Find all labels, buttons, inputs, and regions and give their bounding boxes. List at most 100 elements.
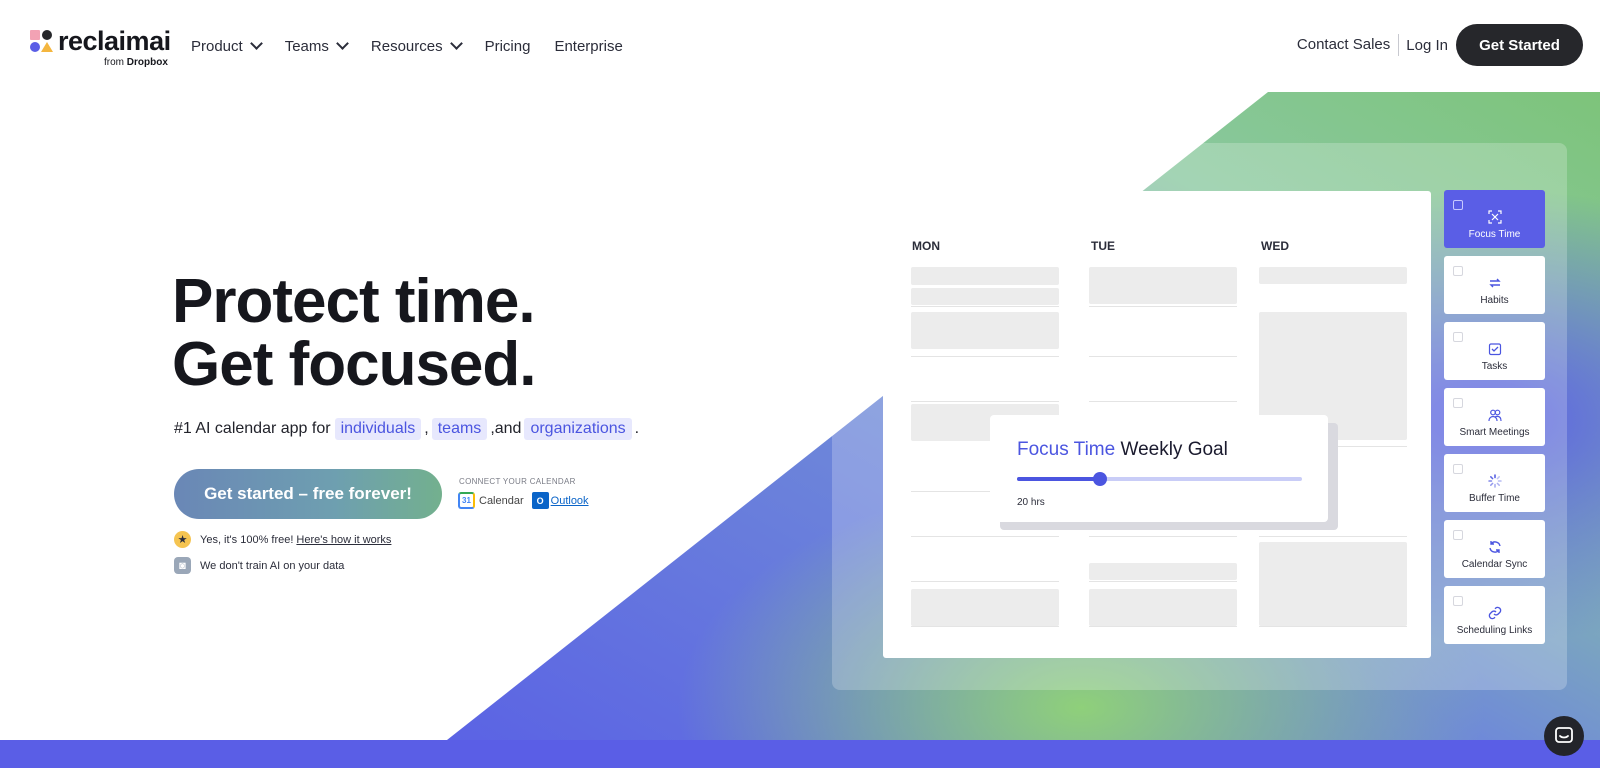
chevron-down-icon — [449, 37, 463, 50]
goal-title: Focus Time Weekly Goal — [1017, 439, 1228, 461]
goal-title-rest: Weekly Goal — [1120, 439, 1228, 460]
feature-label: Scheduling Links — [1456, 625, 1533, 636]
event-block — [1259, 267, 1407, 284]
ai-note-text: We don't train AI on your data — [200, 559, 345, 572]
calendar-integrations: 31 Calendar O Outlook — [458, 492, 589, 509]
hero-subline: #1 AI calendar app for individuals , tea… — [174, 418, 639, 440]
event-block — [1089, 267, 1237, 304]
feature-checkbox[interactable] — [1453, 398, 1463, 408]
google-calendar-logo[interactable]: 31 Calendar — [458, 492, 524, 509]
subline-comma: , — [424, 420, 429, 437]
feature-smart-meetings[interactable]: Smart Meetings — [1444, 388, 1545, 446]
nav-resources[interactable]: Resources — [371, 35, 463, 57]
day-header-wed: WED — [1261, 239, 1289, 253]
event-block — [1259, 542, 1407, 626]
grid-line — [1089, 626, 1237, 627]
grid-line — [1259, 536, 1407, 537]
grid-line — [911, 626, 1059, 627]
chip-individuals[interactable]: individuals — [334, 418, 422, 440]
grid-line — [911, 401, 1059, 402]
grid-line — [1089, 581, 1237, 582]
feature-checkbox[interactable] — [1453, 332, 1463, 342]
sync-icon — [1488, 541, 1501, 553]
how-it-works-link[interactable]: Here's how it works — [296, 534, 391, 546]
feature-label: Calendar Sync — [1461, 559, 1528, 570]
nav-pricing[interactable]: Pricing — [485, 35, 531, 57]
outlook-label: Outlook — [550, 494, 589, 507]
connect-calendar-label: CONNECT YOUR CALENDAR — [459, 477, 576, 486]
feature-list: Focus Time Habits Tasks Smart Meetings B… — [1444, 190, 1545, 652]
feature-checkbox[interactable] — [1453, 530, 1463, 540]
feature-habits[interactable]: Habits — [1444, 256, 1545, 314]
feature-checkbox[interactable] — [1453, 200, 1463, 210]
nav-product[interactable]: Product — [191, 35, 263, 57]
feature-label: Tasks — [1481, 361, 1508, 372]
feature-tasks[interactable]: Tasks — [1444, 322, 1545, 380]
get-started-free-button[interactable]: Get started – free forever! — [174, 469, 442, 519]
grid-line — [911, 581, 1059, 582]
top-nav: reclaimai from Dropbox Product Teams Res… — [0, 0, 1600, 92]
feature-scheduling-links[interactable]: Scheduling Links — [1444, 586, 1545, 644]
free-note-text: Yes, it's 100% free! — [200, 533, 294, 546]
nav-enterprise[interactable]: Enterprise — [554, 35, 622, 57]
logo-mark-icon — [30, 30, 53, 52]
outlook-logo[interactable]: O Outlook — [531, 492, 589, 509]
grid-line — [1089, 401, 1237, 402]
nav-actions: Contact Sales Log In Get Started — [1297, 24, 1583, 66]
robot-emoji-icon: ◙ — [174, 557, 191, 574]
headline-line-2: Get focused. — [172, 330, 537, 399]
ai-note: ◙ We don't train AI on your data — [174, 557, 344, 574]
goal-hours-label: 20 hrs — [1017, 497, 1045, 508]
feature-label: Focus Time — [1468, 229, 1521, 240]
nav-teams[interactable]: Teams — [285, 35, 349, 57]
spinner-icon — [1487, 474, 1502, 488]
event-block — [911, 589, 1059, 626]
goal-slider[interactable] — [1017, 472, 1302, 486]
reclaim-logo[interactable]: reclaimai from Dropbox — [30, 26, 180, 70]
outlook-icon: O — [531, 492, 549, 509]
day-header-mon: MON — [912, 239, 940, 253]
event-block — [911, 267, 1059, 285]
grid-line — [1259, 626, 1407, 627]
nav-links: Product Teams Resources Pricing Enterpri… — [191, 35, 647, 57]
chat-launcher-button[interactable] — [1544, 716, 1584, 756]
feature-buffer-time[interactable]: Buffer Time — [1444, 454, 1545, 512]
weekly-goal-card: Focus Time Weekly Goal 20 hrs — [990, 415, 1328, 522]
chevron-down-icon — [249, 37, 263, 50]
goal-slider-handle[interactable] — [1092, 472, 1107, 486]
hero-headline: Protect time. Get focused. — [172, 267, 537, 399]
feature-focus-time[interactable]: Focus Time — [1444, 190, 1545, 248]
grid-line — [1089, 536, 1237, 537]
feature-checkbox[interactable] — [1453, 596, 1463, 606]
subline-and: ,and — [490, 420, 522, 437]
goal-title-accent: Focus Time — [1017, 439, 1116, 460]
headline-line-1: Protect time. — [172, 267, 536, 336]
grid-line — [911, 536, 1059, 537]
grid-line — [911, 356, 1059, 357]
free-note: ★ Yes, it's 100% free! Here's how it wor… — [174, 531, 391, 548]
subline-prefix: #1 AI calendar app for — [174, 420, 331, 437]
task-check-icon — [1488, 343, 1501, 356]
star-struck-emoji-icon: ★ — [174, 531, 191, 548]
chip-teams[interactable]: teams — [431, 418, 488, 440]
google-calendar-label: Calendar — [479, 494, 524, 507]
bottom-band — [0, 740, 1600, 768]
login-link[interactable]: Log In — [1406, 37, 1448, 54]
feature-checkbox[interactable] — [1453, 464, 1463, 474]
contact-sales-link[interactable]: Contact Sales — [1297, 34, 1400, 56]
feature-label: Habits — [1480, 295, 1509, 306]
event-block — [1089, 563, 1237, 580]
logo-wordmark: reclaimai — [58, 26, 171, 56]
people-icon — [1487, 409, 1502, 422]
feature-calendar-sync[interactable]: Calendar Sync — [1444, 520, 1545, 578]
feature-label: Smart Meetings — [1459, 427, 1530, 438]
get-started-button[interactable]: Get Started — [1456, 24, 1583, 66]
goal-slider-fill — [1017, 477, 1100, 481]
link-icon — [1488, 606, 1501, 620]
logo-subtitle: from Dropbox — [104, 57, 168, 68]
event-block — [911, 312, 1059, 349]
chat-icon — [1555, 727, 1573, 743]
chip-organizations[interactable]: organizations — [524, 418, 632, 440]
feature-checkbox[interactable] — [1453, 266, 1463, 276]
feature-label: Buffer Time — [1469, 493, 1520, 504]
